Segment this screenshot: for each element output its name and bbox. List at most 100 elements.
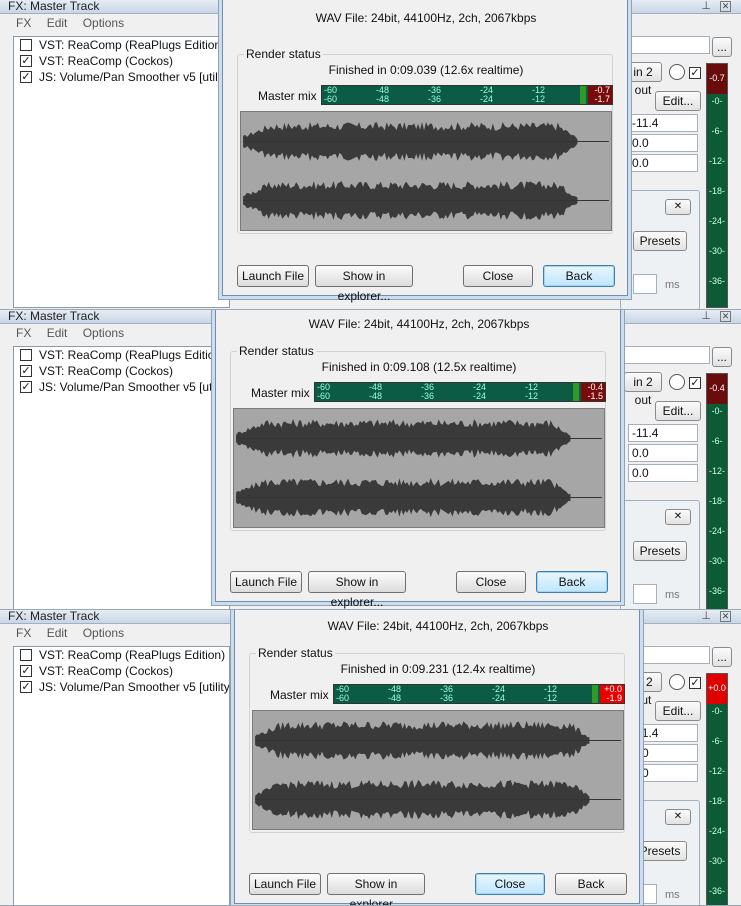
- meter-tick: -24-: [708, 216, 725, 226]
- menu-options[interactable]: Options: [83, 626, 124, 640]
- back-button[interactable]: Back: [536, 571, 608, 593]
- edit-button[interactable]: Edit...: [655, 91, 701, 111]
- bypass-checkbox[interactable]: ✓: [689, 677, 701, 689]
- meter-tick: -18-: [708, 496, 725, 506]
- waveform-preview: [252, 710, 624, 830]
- fx-enable-checkbox[interactable]: ✓: [20, 381, 32, 393]
- fx-item-reacomp-reaplugs[interactable]: VST: ReaComp (ReaPlugs Edition) (Cockos): [14, 347, 229, 363]
- fx-item-reacomp-cockos[interactable]: ✓ VST: ReaComp (Cockos): [14, 663, 229, 679]
- menu-fx[interactable]: FX: [16, 16, 31, 30]
- fx-item-label: VST: ReaComp (ReaPlugs Edition) (Cockos): [39, 38, 229, 52]
- in-out-button[interactable]: in 2 out: [624, 62, 662, 97]
- fx-chain-list: VST: ReaComp (ReaPlugs Edition) (Cockos)…: [13, 346, 230, 609]
- back-button[interactable]: Back: [555, 873, 627, 895]
- presets-button[interactable]: Presets: [633, 841, 687, 861]
- show-in-explorer-button[interactable]: Show in explorer...: [315, 265, 413, 303]
- sub-close-button[interactable]: ✕: [665, 809, 691, 825]
- meter-tick: -0-: [711, 706, 723, 716]
- menu-options[interactable]: Options: [83, 326, 124, 340]
- show-in-explorer-button[interactable]: Show in explorer...: [308, 571, 406, 609]
- ms-field[interactable]: [633, 584, 657, 604]
- fx-enable-checkbox[interactable]: ✓: [20, 55, 32, 67]
- render-dialog: WAV File: 24bit, 44100Hz, 2ch, 2067kbps …: [234, 610, 640, 905]
- close-button[interactable]: Close: [456, 571, 526, 593]
- launch-file-button[interactable]: Launch File: [230, 571, 302, 593]
- plugin-controls: ... in 2 out ✓ Edit... -11.4 0.0 0.0 ✕ P…: [600, 310, 741, 609]
- fx-item-reacomp-reaplugs[interactable]: VST: ReaComp (ReaPlugs Edition) (Cockos): [14, 647, 229, 663]
- value-field-3[interactable]: 0.0: [628, 464, 698, 482]
- waveform-preview: [240, 111, 612, 231]
- edit-button[interactable]: Edit...: [655, 701, 701, 721]
- sub-window: ✕ Presets ms: [620, 190, 700, 309]
- fx-enable-checkbox[interactable]: [20, 649, 32, 661]
- wet-knob-icon[interactable]: [669, 374, 685, 390]
- presets-button[interactable]: Presets: [633, 231, 687, 251]
- close-button[interactable]: Close: [475, 873, 545, 895]
- fx-item-reacomp-reaplugs[interactable]: VST: ReaComp (ReaPlugs Edition) (Cockos): [14, 37, 229, 53]
- meter-scale-label: -48: [376, 94, 390, 104]
- value-field-1[interactable]: -11.4: [628, 424, 698, 442]
- launch-file-button[interactable]: Launch File: [249, 873, 321, 895]
- back-button[interactable]: Back: [543, 265, 615, 287]
- fx-item-volume-pan-smoother[interactable]: ✓ JS: Volume/Pan Smoother v5 [utility/vo…: [14, 69, 229, 85]
- sub-close-button[interactable]: ✕: [665, 509, 691, 525]
- finished-text: Finished in 0:09.108 (12.5x realtime): [321, 360, 517, 374]
- presets-button[interactable]: Presets: [633, 541, 687, 561]
- fx-enable-checkbox[interactable]: [20, 349, 32, 361]
- menu-fx[interactable]: FX: [16, 326, 31, 340]
- master-mix-label: Master mix: [258, 89, 317, 103]
- plugin-name-field[interactable]: [620, 346, 710, 364]
- menu-fx[interactable]: FX: [16, 626, 31, 640]
- render-status-label: Render status: [237, 344, 316, 358]
- menu-options[interactable]: Options: [83, 16, 124, 30]
- menu-edit[interactable]: Edit: [47, 326, 68, 340]
- in-out-button[interactable]: in 2 out: [624, 372, 662, 407]
- meter-tick: -12-: [708, 466, 725, 476]
- fx-enable-checkbox[interactable]: [20, 39, 32, 51]
- fx-item-volume-pan-smoother[interactable]: ✓ JS: Volume/Pan Smoother v5 [utility/vo…: [14, 379, 229, 395]
- value-field-3[interactable]: 0.0: [628, 154, 698, 172]
- fx-enable-checkbox[interactable]: ✓: [20, 71, 32, 83]
- browse-button[interactable]: ...: [712, 647, 732, 667]
- meter-tick: -24-: [708, 526, 725, 536]
- track-level-meter: -0.4 -0- -6- -12- -18- -24- -30- -36-: [706, 373, 728, 609]
- fx-item-label: JS: Volume/Pan Smoother v5 [utility/volu…: [39, 680, 229, 694]
- fx-item-label: VST: ReaComp (Cockos): [39, 54, 174, 68]
- fx-enable-checkbox[interactable]: ✓: [20, 681, 32, 693]
- show-in-explorer-button[interactable]: Show in explorer...: [327, 873, 425, 905]
- sub-close-button[interactable]: ✕: [665, 199, 691, 215]
- render-status-group: Render status Finished in 0:09.108 (12.5…: [230, 344, 606, 531]
- launch-file-button[interactable]: Launch File: [237, 265, 309, 287]
- meter-peak-readout: -0.4: [707, 374, 727, 404]
- meter-scale-label: -24: [492, 693, 506, 703]
- meter-tick: -36-: [708, 276, 725, 286]
- fx-item-label: VST: ReaComp (Cockos): [39, 364, 174, 378]
- plugin-name-field[interactable]: [620, 36, 710, 54]
- close-button[interactable]: Close: [463, 265, 533, 287]
- wet-knob-icon[interactable]: [669, 64, 685, 80]
- value-field-2[interactable]: 0.0: [628, 444, 698, 462]
- browse-button[interactable]: ...: [712, 347, 732, 367]
- wet-knob-icon[interactable]: [669, 674, 685, 690]
- bypass-checkbox[interactable]: ✓: [689, 67, 701, 79]
- fx-enable-checkbox[interactable]: ✓: [20, 665, 32, 677]
- meter-tick: -30-: [708, 246, 725, 256]
- browse-button[interactable]: ...: [712, 37, 732, 57]
- edit-button[interactable]: Edit...: [655, 401, 701, 421]
- value-field-2[interactable]: 0.0: [628, 134, 698, 152]
- menu-edit[interactable]: Edit: [47, 16, 68, 30]
- ms-label: ms: [665, 279, 680, 291]
- fx-item-volume-pan-smoother[interactable]: ✓ JS: Volume/Pan Smoother v5 [utility/vo…: [14, 679, 229, 695]
- value-field-1[interactable]: -11.4: [628, 114, 698, 132]
- track-level-meter: +0.0 -0- -6- -12- -18- -24- -30- -36-: [706, 673, 728, 905]
- fx-item-reacomp-cockos[interactable]: ✓ VST: ReaComp (Cockos): [14, 53, 229, 69]
- bypass-checkbox[interactable]: ✓: [689, 377, 701, 389]
- meter-tick: -0-: [711, 406, 723, 416]
- meter-scale-label: -60: [324, 94, 338, 104]
- render-status-group: Render status Finished in 0:09.039 (12.6…: [237, 47, 613, 234]
- meter-tick: -24-: [708, 826, 725, 836]
- ms-field[interactable]: [633, 274, 657, 294]
- menu-edit[interactable]: Edit: [47, 626, 68, 640]
- fx-enable-checkbox[interactable]: ✓: [20, 365, 32, 377]
- fx-item-reacomp-cockos[interactable]: ✓ VST: ReaComp (Cockos): [14, 363, 229, 379]
